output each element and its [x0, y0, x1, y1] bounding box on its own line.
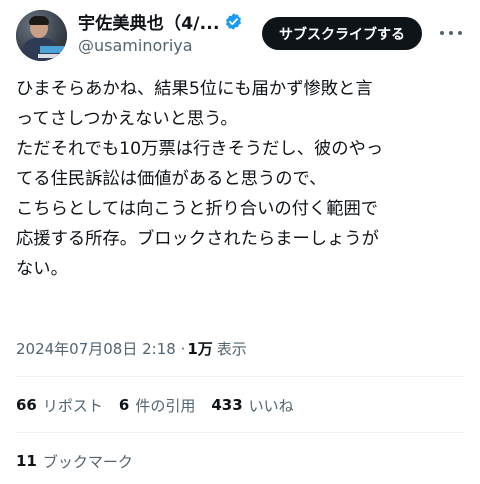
tweet-body: ひまそらあかね、結果5位にも届かず惨敗と言 ってさしつかえないと思う。 ただそれ… — [16, 74, 472, 284]
quotes-count: 6 — [118, 396, 130, 414]
tweet-line: 応援する所存。ブロックされたらまーしょうが — [16, 229, 379, 249]
reposts-label: リポスト — [42, 396, 103, 415]
avatar-sign-lower — [38, 54, 64, 58]
likes-stat[interactable]: 433 いいね — [211, 395, 293, 416]
views-count: 1万 — [187, 339, 213, 358]
bookmarks-count: 11 — [16, 452, 37, 470]
quotes-stat[interactable]: 6 件の引用 — [119, 395, 195, 416]
tweet-line: こちらとしては向こうと折り合いの付く範囲で — [16, 199, 379, 219]
tweet-line: ただそれでも10万票は行きそうだし、彼のやっ — [16, 139, 384, 159]
tweet-meta: 2024年07月08日 2:18 · 1万 表示 — [16, 336, 247, 360]
bookmarks-stat[interactable]: 11 ブックマーク — [16, 448, 133, 474]
quotes-label: 件の引用 — [135, 396, 196, 415]
subscribe-button[interactable]: サブスクライブする — [262, 17, 422, 50]
divider — [16, 376, 464, 377]
bookmarks-label: ブックマーク — [42, 452, 133, 471]
avatar-hair — [29, 16, 49, 25]
tweet-line: ってさしつかえないと思う。 — [16, 109, 238, 129]
verified-badge-icon — [225, 12, 241, 30]
engagement-stats: 66 リポスト 6 件の引用 433 いいね — [16, 392, 310, 418]
user-handle[interactable]: @usaminoriya — [78, 36, 193, 55]
reposts-count: 66 — [16, 396, 37, 414]
avatar-sign — [40, 46, 64, 53]
more-dots-icon[interactable] — [438, 21, 464, 45]
divider — [16, 432, 464, 433]
views-label: 表示 — [216, 339, 247, 358]
tweet-header: 宇佐美典也（4/... @usaminoriya サブスクライブする — [0, 0, 480, 70]
tweet-timestamp[interactable]: 2024年07月08日 2:18 · — [16, 338, 185, 359]
tweet-line: ない。 — [16, 259, 68, 279]
tweet-line: ひまそらあかね、結果5位にも届かず惨敗と言 — [16, 79, 373, 99]
tweet-line: てる住民訴訟は価値があると思うので、 — [16, 169, 327, 189]
likes-label: いいね — [248, 396, 294, 415]
name-row: 宇佐美典也（4/... — [78, 9, 243, 34]
likes-count: 433 — [211, 396, 243, 414]
reposts-stat[interactable]: 66 リポスト — [16, 395, 103, 416]
display-name[interactable]: 宇佐美典也（4/... — [78, 9, 220, 34]
avatar[interactable] — [16, 10, 67, 61]
